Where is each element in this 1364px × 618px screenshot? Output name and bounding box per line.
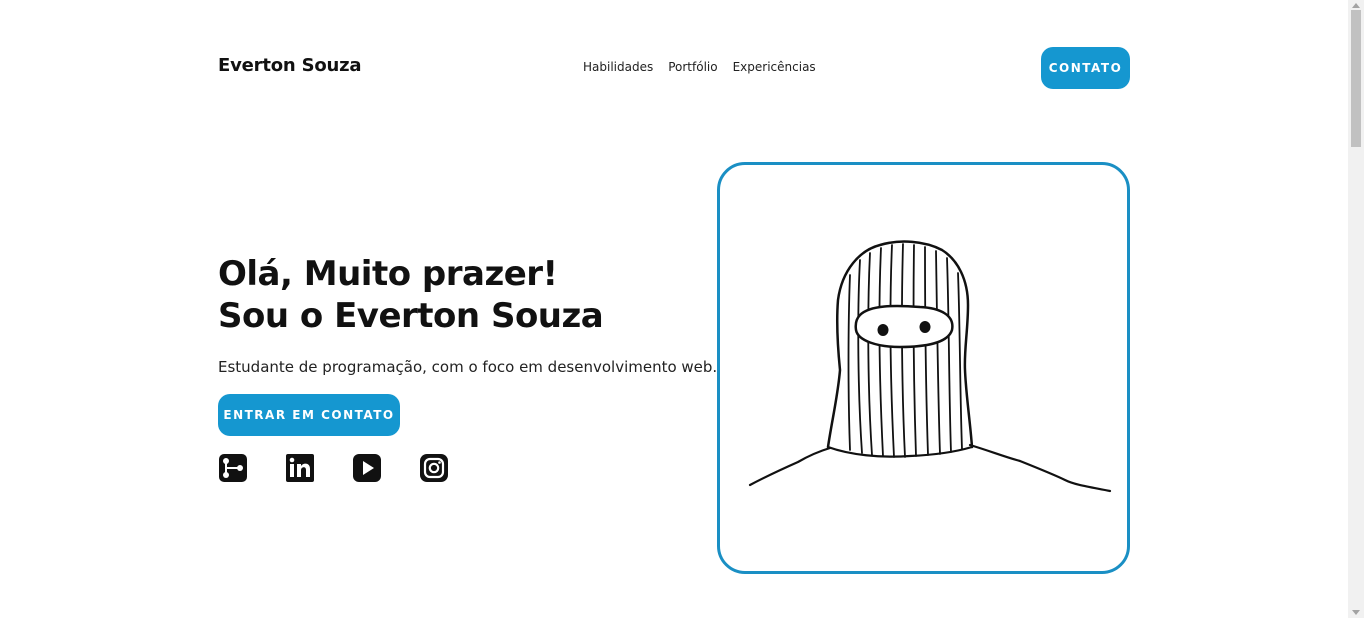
scroll-up-arrow-icon[interactable]	[1352, 3, 1360, 8]
hero-title: Olá, Muito prazer! Sou o Everton Souza	[218, 253, 604, 337]
site-logo[interactable]: Everton Souza	[218, 55, 362, 76]
nav-link-habilidades[interactable]: Habilidades	[583, 60, 653, 74]
profile-image	[717, 162, 1130, 574]
get-in-touch-button[interactable]: ENTRAR EM CONTATO	[218, 394, 400, 436]
social-links	[218, 453, 449, 483]
graph-icon[interactable]	[218, 453, 248, 483]
nav-link-experiencias[interactable]: Expericências	[733, 60, 816, 74]
instagram-icon[interactable]	[419, 453, 449, 483]
scroll-thumb[interactable]	[1351, 10, 1361, 147]
hero-title-line1: Olá, Muito prazer!	[218, 254, 558, 294]
balaclava-drawing	[748, 240, 1112, 493]
youtube-icon[interactable]	[352, 453, 382, 483]
scroll-down-arrow-icon[interactable]	[1352, 610, 1360, 615]
contact-button[interactable]: CONTATO	[1041, 47, 1130, 89]
hero-subtitle: Estudante de programação, com o foco em …	[218, 358, 718, 376]
page-scrollbar[interactable]	[1348, 0, 1364, 618]
linkedin-icon[interactable]	[285, 453, 315, 483]
main-nav: Habilidades Portfólio Expericências	[583, 60, 816, 74]
hero-title-line2: Sou o Everton Souza	[218, 296, 604, 336]
nav-link-portfolio[interactable]: Portfólio	[668, 60, 717, 74]
